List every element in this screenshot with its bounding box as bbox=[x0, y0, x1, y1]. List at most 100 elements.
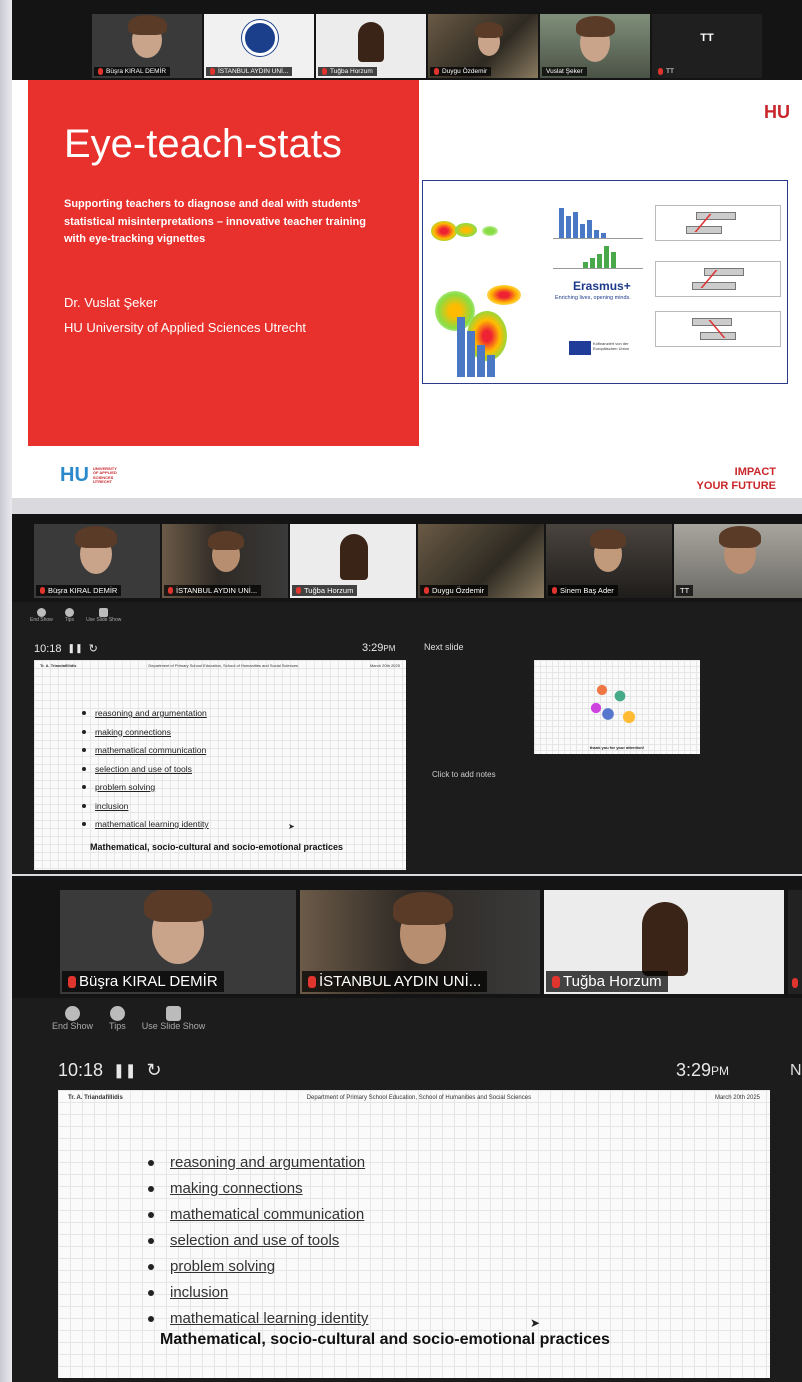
participant-name: Tuğba Horzum bbox=[318, 67, 377, 76]
end-show-icon bbox=[36, 608, 46, 617]
participant-tile[interactable]: Sinem Baş Ader bbox=[546, 524, 672, 598]
current-time: 3:29 PM bbox=[676, 1060, 730, 1080]
bullet-list: reasoning and argumentation making conne… bbox=[82, 704, 209, 834]
slide-subtitle: Supporting teachers to diagnose and deal… bbox=[64, 198, 366, 246]
use-slide-show-button[interactable]: Use Slide Show bbox=[86, 608, 121, 623]
participant-tile[interactable]: Büşra KIRAL DEMİR bbox=[34, 524, 160, 598]
current-time: 3:29 PM bbox=[362, 642, 396, 654]
list-item: inclusion bbox=[148, 1280, 368, 1306]
muted-mic-icon bbox=[424, 587, 429, 594]
participant-tile-active-speaker[interactable]: TT bbox=[674, 524, 802, 598]
participant-name: Sinem Baş Ader bbox=[548, 585, 618, 596]
screenshot-panel-1: Büşra KIRAL DEMİR İSTANBUL AYDIN UNİ... … bbox=[12, 0, 802, 498]
notes-placeholder[interactable]: Click to add notes bbox=[432, 770, 496, 779]
slide-affiliation: HU University of Applied Sciences Utrech… bbox=[64, 320, 307, 335]
participant-face bbox=[474, 22, 504, 56]
participant-face bbox=[589, 528, 627, 572]
muted-mic-icon bbox=[40, 587, 45, 594]
heatmap-1 bbox=[427, 201, 517, 256]
muted-mic-icon bbox=[434, 68, 439, 75]
participant-face bbox=[75, 526, 117, 574]
participant-face bbox=[127, 14, 167, 58]
participant-name: İSTANBUL AYDIN UNİ... bbox=[164, 585, 262, 596]
participant-tile-partial[interactable] bbox=[788, 890, 802, 994]
presentation-timer: 10:18 ❚❚ ↻ bbox=[34, 642, 98, 656]
participant-name: Büşra KIRAL DEMİR bbox=[62, 971, 224, 992]
participant-strip: Büşra KIRAL DEMİR İSTANBUL AYDIN UNİ... … bbox=[12, 514, 802, 602]
muted-mic-icon bbox=[168, 587, 173, 594]
list-item: mathematical communication bbox=[82, 741, 209, 760]
list-item: problem solving bbox=[148, 1254, 368, 1280]
participant-face bbox=[393, 892, 453, 964]
current-slide: Tr. A. Triandafillidis Department of Pri… bbox=[58, 1090, 770, 1378]
participant-name: Vuslat Şeker bbox=[542, 67, 587, 76]
slide-heading: Mathematical, socio-cultural and socio-e… bbox=[160, 1331, 610, 1348]
avatar bbox=[358, 22, 384, 62]
participant-tile[interactable]: TT TT bbox=[652, 14, 762, 78]
slide-author: Dr. Vuslat Şeker bbox=[64, 295, 158, 310]
participant-name: Duygu Özdemir bbox=[420, 585, 489, 596]
participant-tile[interactable]: Tuğba Horzum bbox=[544, 890, 784, 994]
muted-mic-icon bbox=[322, 68, 327, 75]
next-slide-thumbnail[interactable]: thank you for your attention! bbox=[534, 660, 700, 754]
list-item: mathematical learning identity bbox=[148, 1306, 368, 1332]
muted-mic-icon bbox=[98, 68, 103, 75]
tips-button[interactable]: Tips bbox=[109, 1006, 126, 1031]
participant-tile[interactable]: Duygu Özdemir bbox=[428, 14, 538, 78]
participant-strip: Büşra KIRAL DEMİR İSTANBUL AYDIN UNİ... … bbox=[12, 876, 802, 998]
info-icon bbox=[64, 608, 74, 617]
avatar bbox=[340, 534, 368, 580]
reset-icon[interactable]: ↻ bbox=[89, 642, 98, 655]
end-show-button[interactable]: End Show bbox=[52, 1006, 93, 1031]
end-show-button[interactable]: End Show bbox=[30, 608, 53, 623]
histogram-blue bbox=[553, 203, 643, 239]
presentation-timer: 10:18 ❚❚ ↻ bbox=[58, 1060, 162, 1081]
thank-you-illustration bbox=[584, 672, 644, 732]
bullet-list: reasoning and argumentation making conne… bbox=[148, 1150, 368, 1332]
participant-tile[interactable]: Büşra KIRAL DEMİR bbox=[92, 14, 202, 78]
hu-logo-footer: HU UNIVERSITY OF APPLIED SCIENCES UTRECH… bbox=[60, 464, 117, 486]
participant-name: Büşra KIRAL DEMİR bbox=[94, 67, 171, 76]
slide-header: Tr. A. Triandafillidis Department of Pri… bbox=[68, 1095, 760, 1101]
pause-icon[interactable]: ❚❚ bbox=[113, 1062, 136, 1079]
participant-tile[interactable]: Tuğba Horzum bbox=[316, 14, 426, 78]
list-item: inclusion bbox=[82, 797, 209, 816]
boxplot-1 bbox=[655, 205, 781, 241]
reset-icon[interactable]: ↻ bbox=[147, 1060, 162, 1081]
participant-tile[interactable]: Duygu Özdemir bbox=[418, 524, 544, 598]
participant-tile[interactable]: İSTANBUL AYDIN UNİ... bbox=[204, 14, 314, 78]
pause-icon[interactable]: ❚❚ bbox=[68, 643, 83, 654]
eu-text: Kofinanziert von der Europäischen Union bbox=[593, 341, 630, 351]
list-item: selection and use of tools bbox=[82, 760, 209, 779]
participant-tile[interactable]: Tuğba Horzum bbox=[290, 524, 416, 598]
muted-mic-icon bbox=[210, 68, 215, 75]
tips-button[interactable]: Tips bbox=[65, 608, 74, 623]
muted-mic-icon bbox=[552, 587, 557, 594]
current-slide: Tr. A. Triandafillidis Department of Pri… bbox=[34, 660, 406, 870]
muted-mic-icon bbox=[792, 978, 798, 988]
info-icon bbox=[109, 1006, 125, 1021]
erasmus-tagline: Enriching lives, opening minds. bbox=[555, 295, 631, 301]
muted-mic-icon bbox=[552, 975, 560, 988]
list-item: making connections bbox=[82, 723, 209, 742]
boxplot-3 bbox=[655, 311, 781, 347]
muted-mic-icon bbox=[658, 68, 663, 75]
muted-mic-icon bbox=[308, 975, 316, 988]
participant-tile[interactable]: İSTANBUL AYDIN UNİ... bbox=[162, 524, 288, 598]
slide-title: Eye-teach-stats bbox=[64, 122, 342, 166]
participant-tile[interactable]: Büşra KIRAL DEMİR bbox=[60, 890, 296, 994]
use-slide-show-button[interactable]: Use Slide Show bbox=[142, 1006, 205, 1031]
eu-flag-icon bbox=[569, 341, 591, 355]
background-decoration bbox=[0, 0, 12, 1382]
heatmap-2 bbox=[427, 281, 547, 377]
participant-face bbox=[207, 531, 245, 572]
participant-tile[interactable]: İSTANBUL AYDIN UNİ... bbox=[300, 890, 540, 994]
participant-face bbox=[575, 16, 615, 62]
participant-tile-active-speaker[interactable]: Vuslat Şeker bbox=[540, 14, 650, 78]
screenshot-panel-2: Büşra KIRAL DEMİR İSTANBUL AYDIN UNİ... … bbox=[12, 514, 802, 874]
erasmus-logo: Erasmus+ bbox=[573, 279, 631, 293]
slide-header: Tr. A. Triandafillidis Department of Pri… bbox=[40, 663, 400, 668]
participant-name: İSTANBUL AYDIN UNİ... bbox=[206, 67, 293, 76]
participant-name: Tuğba Horzum bbox=[292, 585, 358, 596]
eye-tracking-vignette-image: Erasmus+ Enriching lives, opening minds.… bbox=[422, 180, 788, 384]
